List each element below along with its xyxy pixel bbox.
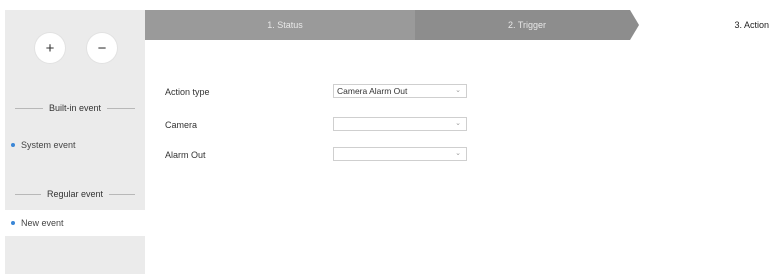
wizard-steps: 1. Status 2. Trigger 3. Action (145, 10, 771, 40)
alarm-out-label: Alarm Out (165, 150, 206, 160)
regular-event-heading: Regular event (15, 187, 136, 201)
action-type-select[interactable]: Camera Alarm Out ⌄ (333, 84, 467, 98)
minus-icon: − (97, 39, 107, 57)
step-status[interactable]: 1. Status (145, 10, 425, 40)
sidebar-item-label: System event (21, 140, 76, 150)
sidebar: + − Built-in event System event Regular … (5, 10, 145, 274)
sidebar-item-system-event[interactable]: System event (5, 132, 145, 158)
alarm-out-select[interactable]: ⌄ (333, 147, 467, 161)
action-type-value: Camera Alarm Out (337, 86, 408, 96)
sidebar-item-label: New event (21, 218, 64, 228)
sidebar-item-new-event[interactable]: New event (5, 210, 145, 236)
add-event-button[interactable]: + (35, 33, 65, 63)
chevron-down-icon: ⌄ (455, 150, 461, 157)
chevron-down-icon: ⌄ (455, 87, 461, 94)
bullet-icon (11, 221, 15, 225)
builtin-event-heading: Built-in event (15, 101, 135, 115)
camera-select[interactable]: ⌄ (333, 117, 467, 131)
plus-icon: + (45, 39, 55, 57)
step-trigger[interactable]: 2. Trigger (415, 10, 639, 40)
remove-event-button[interactable]: − (87, 33, 117, 63)
action-type-label: Action type (165, 87, 210, 97)
camera-label: Camera (165, 120, 198, 130)
bullet-icon (11, 143, 15, 147)
step-action[interactable]: 3. Action (649, 10, 769, 40)
chevron-down-icon: ⌄ (455, 120, 461, 127)
